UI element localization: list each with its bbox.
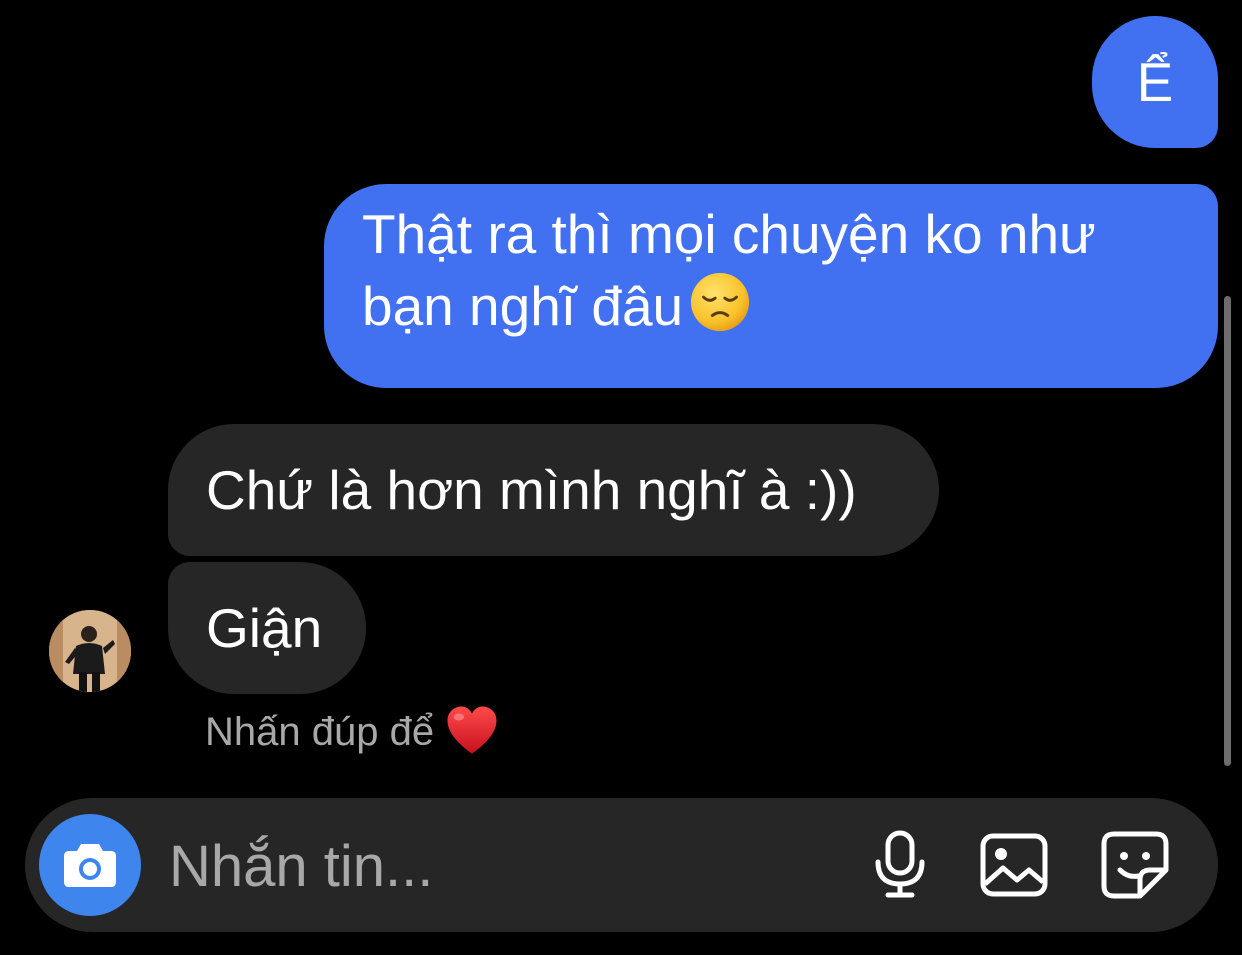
message-composer	[25, 798, 1218, 932]
avatar-photo	[49, 610, 131, 692]
red-heart-emoji	[447, 706, 497, 754]
reaction-hint: Nhấn đúp để	[205, 700, 500, 764]
incoming-message[interactable]: Chứ là hơn mình nghĩ à :))	[168, 424, 939, 556]
reaction-hint-text: Nhấn đúp để	[205, 710, 435, 754]
incoming-message[interactable]: Giận	[168, 562, 366, 694]
disappointed-face-emoji	[691, 272, 750, 332]
message-input[interactable]	[169, 824, 829, 908]
sticker-icon	[1101, 831, 1169, 899]
outgoing-message[interactable]: Thật ra thì mọi chuyện ko như bạn nghĩ đ…	[324, 184, 1218, 388]
message-text: Giận	[206, 597, 323, 659]
camera-icon	[64, 844, 116, 887]
outgoing-message[interactable]: Ể	[1092, 16, 1218, 148]
gallery-button[interactable]	[977, 828, 1051, 902]
sticker-button[interactable]	[1098, 828, 1172, 902]
scrollbar[interactable]	[1224, 296, 1231, 766]
microphone-icon	[875, 830, 925, 898]
message-text: Chứ là hơn mình nghĩ à :))	[206, 459, 857, 521]
message-text: bạn nghĩ đâu	[362, 275, 684, 337]
microphone-button[interactable]	[863, 828, 937, 902]
message-text: Ể	[1136, 51, 1174, 113]
message-text-line-with-emoji: bạn nghĩ đâu	[362, 270, 1188, 342]
message-text-line: Thật ra thì mọi chuyện ko như	[362, 203, 1096, 265]
camera-button[interactable]	[39, 814, 141, 916]
avatar[interactable]	[49, 610, 131, 692]
gallery-icon	[980, 833, 1048, 897]
